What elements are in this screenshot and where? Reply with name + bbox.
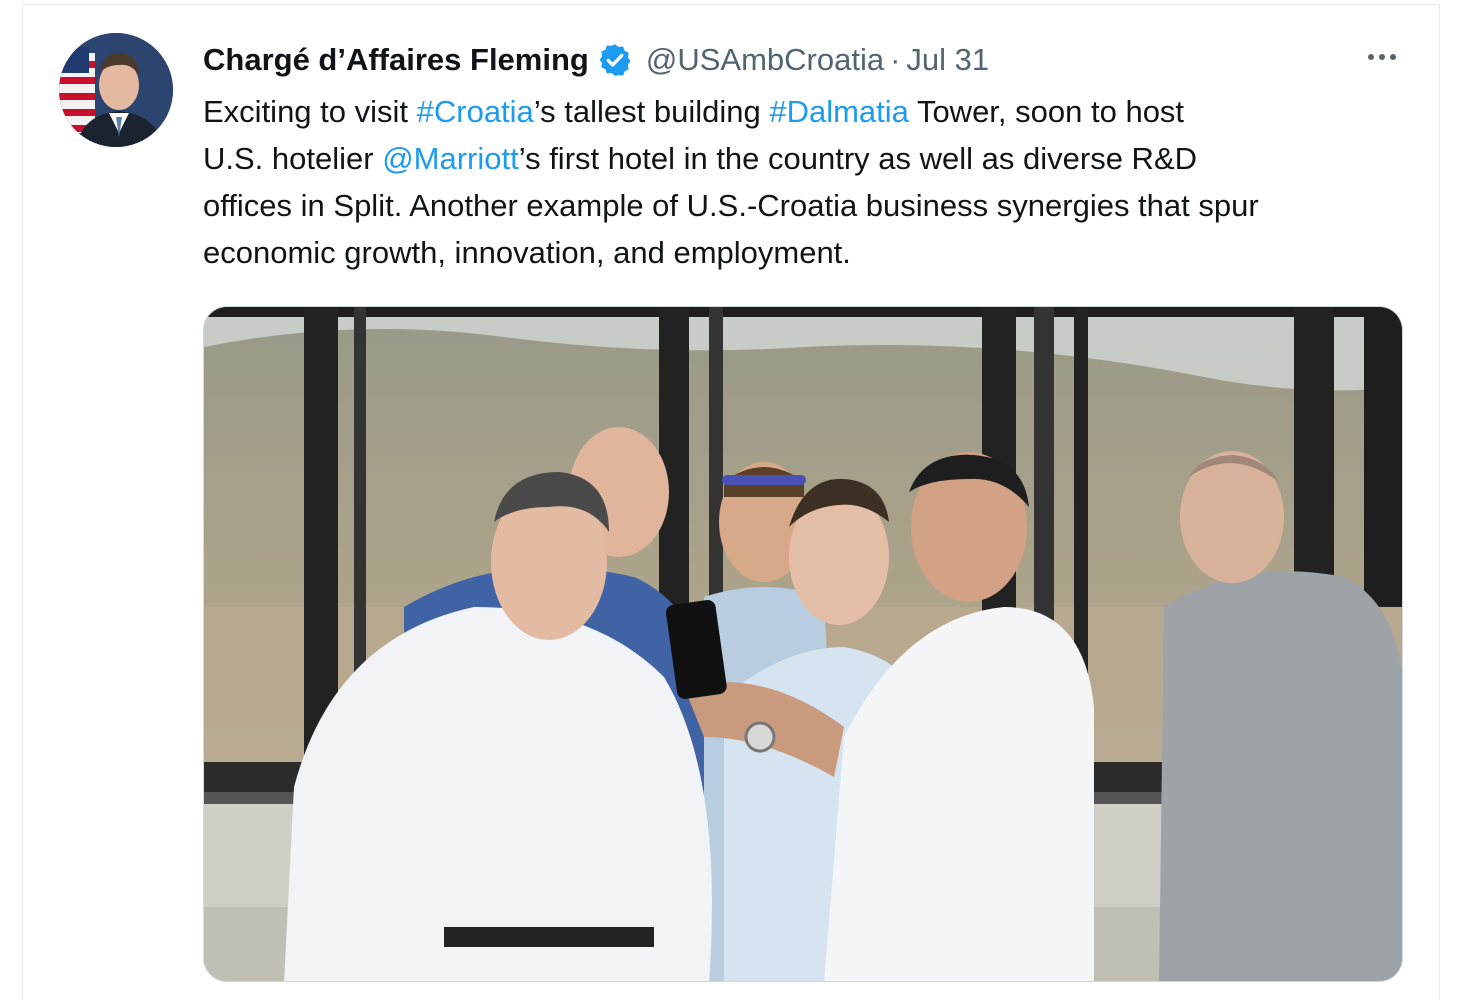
page: Chargé d’Affaires Fleming @USAmbCroatia …	[0, 0, 1480, 1000]
photo-image	[204, 307, 1402, 981]
hashtag-croatia-link[interactable]: #Croatia	[417, 94, 534, 129]
tweet-header: Chargé d’Affaires Fleming @USAmbCroatia …	[203, 38, 989, 82]
tweet-photo[interactable]	[203, 306, 1403, 982]
tweet-text: Exciting to visit #Croatia’s tallest bui…	[203, 88, 1423, 276]
text-segment: U.S. hotelier	[203, 141, 383, 176]
more-dot	[1368, 54, 1374, 60]
text-segment: Exciting to visit	[203, 94, 417, 129]
tweet-text-line-4: economic growth, innovation, and employm…	[203, 235, 851, 270]
tweet-date[interactable]: Jul 31	[906, 42, 989, 78]
tweet-text-line-1: Exciting to visit #Croatia’s tallest bui…	[203, 88, 1423, 135]
more-dot	[1379, 54, 1385, 60]
more-options-icon[interactable]	[1360, 42, 1404, 72]
mention-marriott-link[interactable]: @Marriott	[382, 141, 519, 176]
text-segment: ’s first hotel in the country as well as…	[518, 141, 1198, 176]
more-dot	[1390, 54, 1396, 60]
verified-badge-icon	[597, 42, 633, 78]
header-separator: ·	[890, 42, 901, 77]
text-segment: Tower, soon to host	[908, 94, 1185, 129]
author-handle[interactable]: @USAmbCroatia	[646, 42, 884, 78]
text-segment: ’s tallest building	[533, 94, 770, 129]
tweet-text-line-3: offices in Split. Another example of U.S…	[203, 188, 1259, 223]
avatar-image	[59, 33, 173, 147]
author-name[interactable]: Chargé d’Affaires Fleming	[203, 42, 589, 78]
tweet-text-line-2: U.S. hotelier @Marriott’s first hotel in…	[203, 135, 1423, 182]
hashtag-dalmatia-link[interactable]: #Dalmatia	[769, 94, 909, 129]
author-avatar[interactable]	[59, 33, 173, 147]
